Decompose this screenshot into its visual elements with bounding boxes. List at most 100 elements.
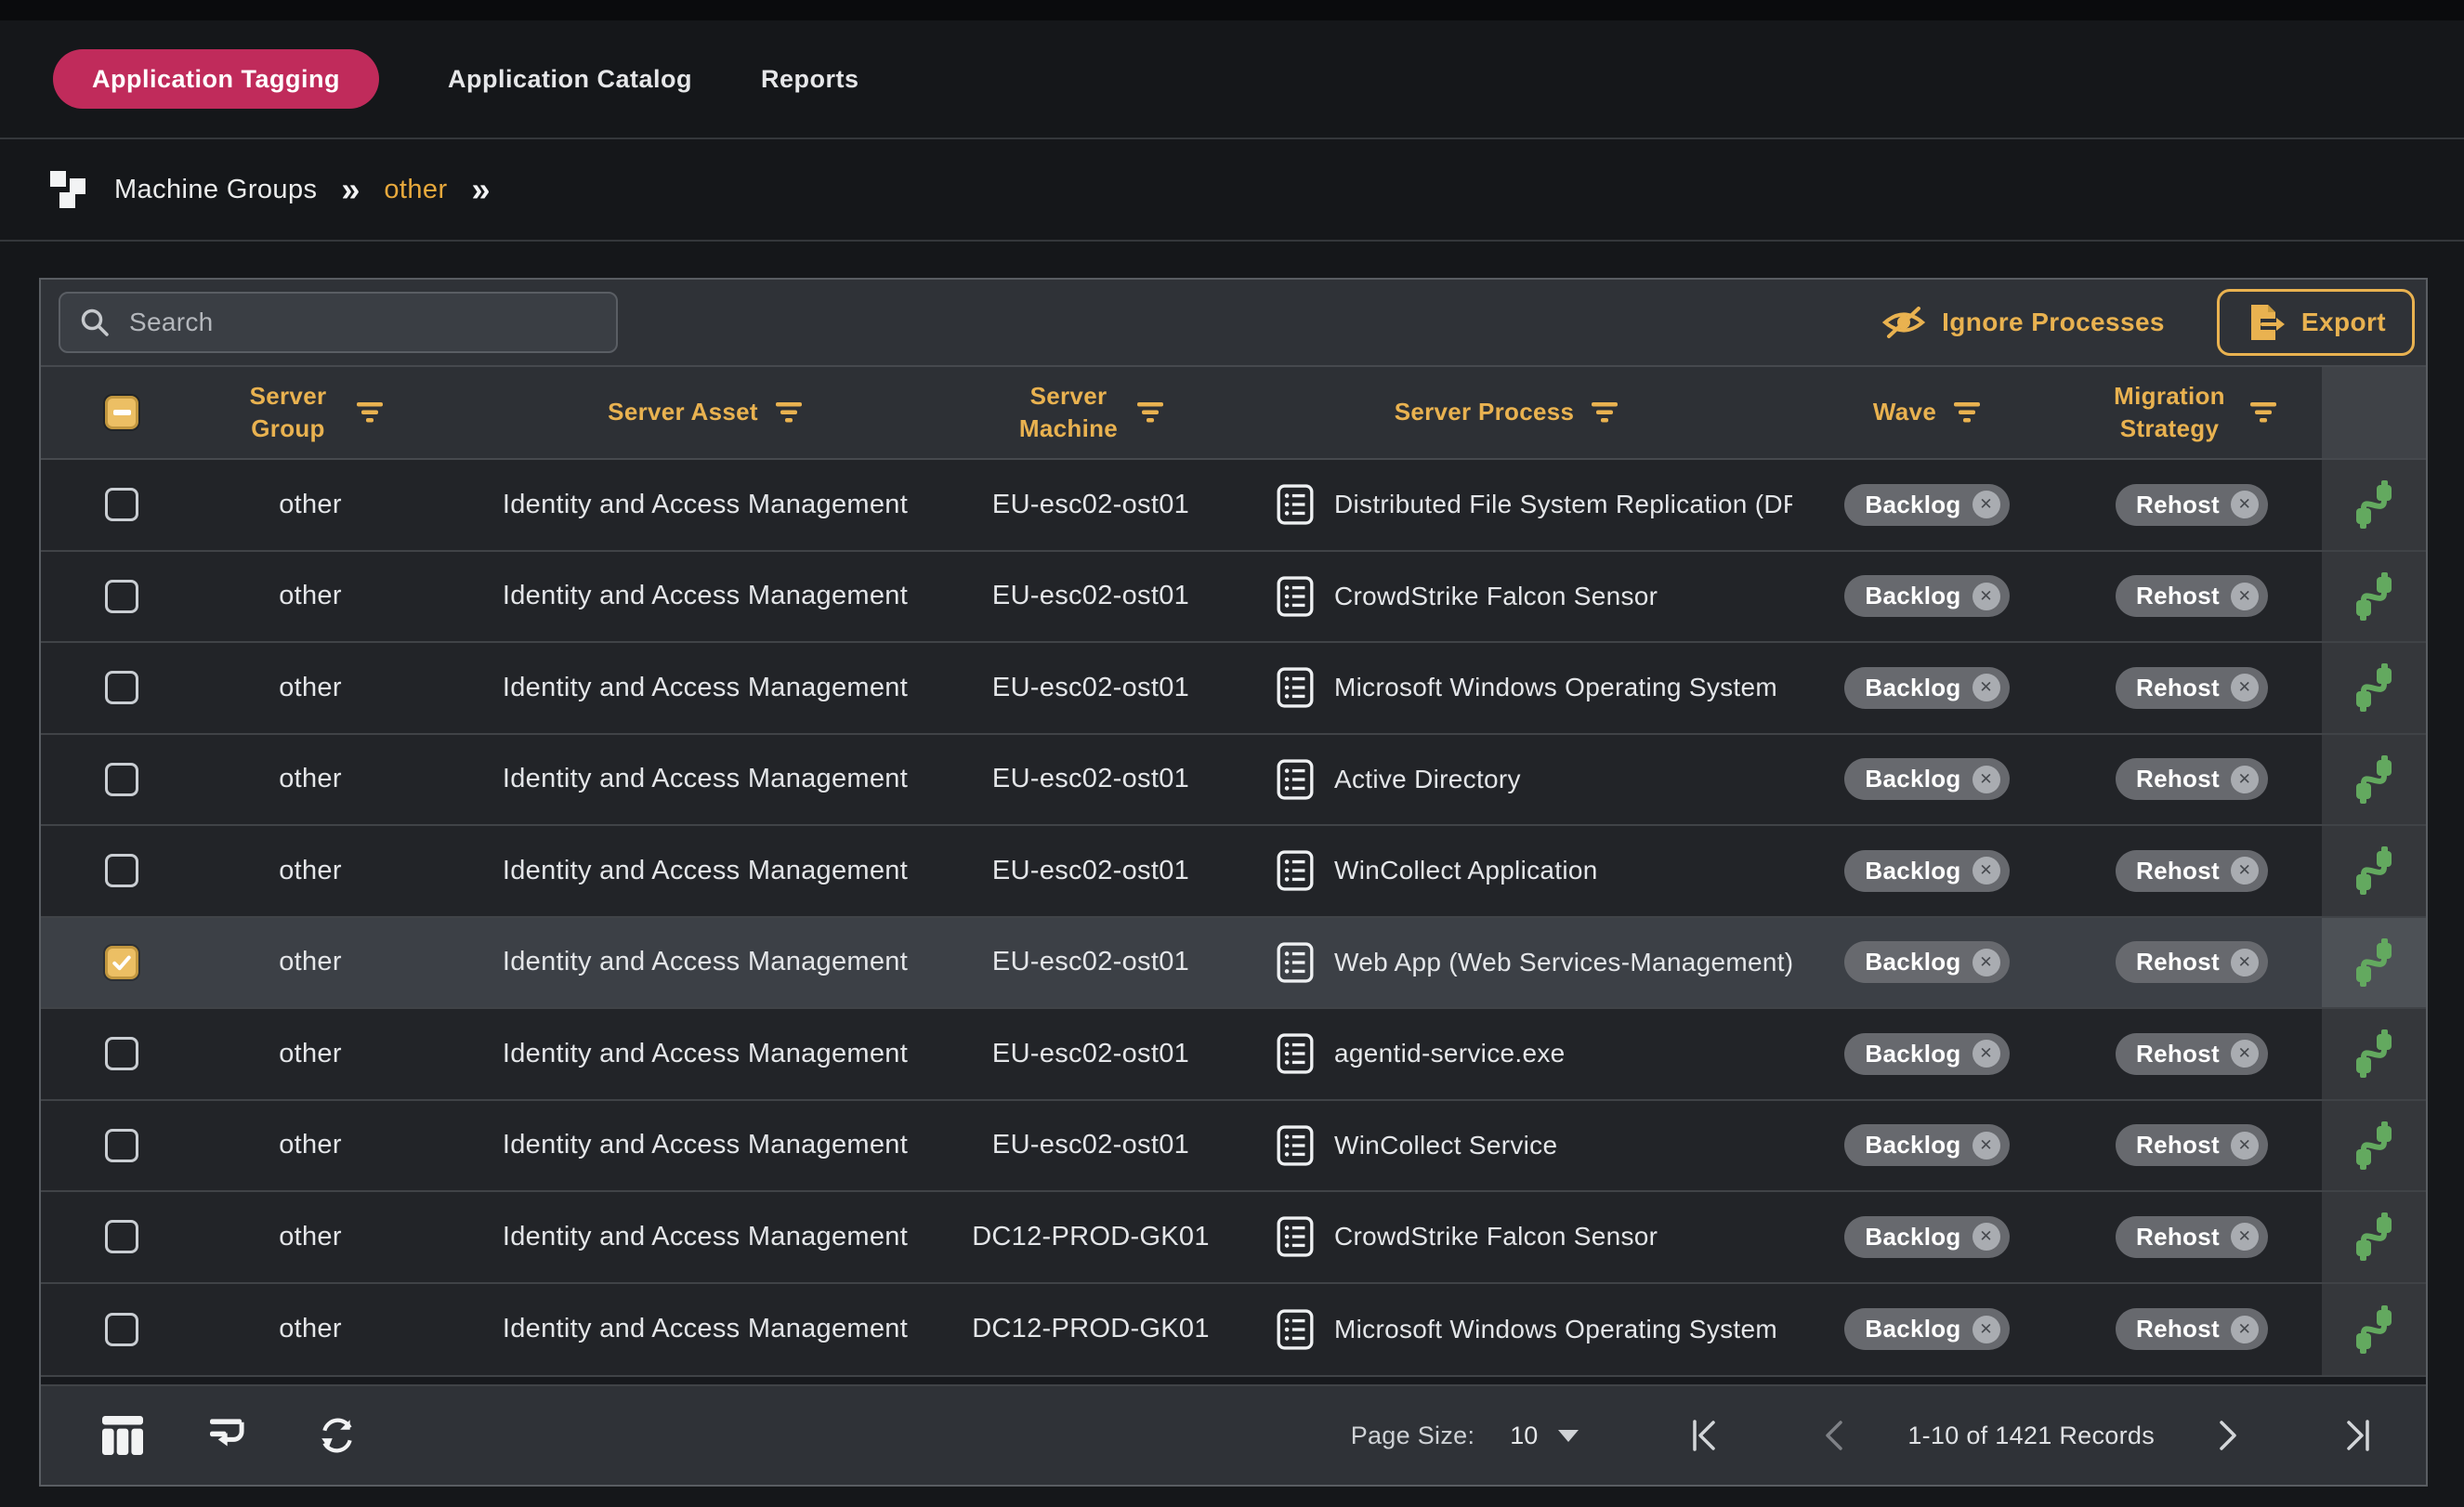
wave-chip[interactable]: Backlog ✕ (1844, 575, 2009, 617)
process-connections-icon[interactable] (2350, 754, 2398, 805)
chip-remove-icon[interactable]: ✕ (2231, 766, 2259, 793)
table-row[interactable]: other Identity and Access Management EU-… (41, 1101, 2426, 1193)
page-size-value[interactable]: 10 (1510, 1422, 1538, 1450)
row-checkbox[interactable] (105, 854, 138, 887)
table-row[interactable]: other Identity and Access Management EU-… (41, 643, 2426, 735)
chip-remove-icon[interactable]: ✕ (2231, 491, 2259, 518)
strategy-chip[interactable]: Rehost ✕ (2116, 1216, 2268, 1258)
column-header-server-asset[interactable]: Server Asset (450, 367, 961, 458)
row-checkbox[interactable] (105, 1220, 138, 1253)
strategy-chip[interactable]: Rehost ✕ (2116, 484, 2268, 526)
ignore-processes-button[interactable]: Ignore Processes (1882, 305, 2165, 340)
process-connections-icon[interactable] (2350, 1304, 2398, 1355)
process-connections-icon[interactable] (2350, 1029, 2398, 1079)
column-header-server-machine[interactable]: Server Machine (961, 367, 1221, 458)
table-row[interactable]: other Identity and Access Management EU-… (41, 552, 2426, 644)
page-size-dropdown-icon[interactable] (1558, 1430, 1579, 1442)
row-checkbox[interactable] (105, 763, 138, 796)
last-page-button[interactable] (2342, 1419, 2372, 1452)
filter-icon[interactable] (356, 401, 384, 424)
select-all-checkbox[interactable] (105, 396, 138, 429)
first-page-button[interactable] (1690, 1419, 1720, 1452)
chip-remove-icon[interactable]: ✕ (1973, 491, 2000, 518)
filter-icon[interactable] (1136, 401, 1164, 424)
refresh-icon[interactable] (318, 1416, 357, 1455)
column-header-wave[interactable]: Wave (1792, 367, 2062, 458)
chip-remove-icon[interactable]: ✕ (1973, 857, 2000, 885)
process-connections-icon[interactable] (2350, 662, 2398, 713)
search-input[interactable] (127, 307, 597, 338)
process-connections-icon[interactable] (2350, 845, 2398, 896)
chip-remove-icon[interactable]: ✕ (1973, 1223, 2000, 1251)
search-box[interactable] (59, 292, 618, 353)
wave-chip[interactable]: Backlog ✕ (1844, 1308, 2009, 1350)
columns-icon[interactable] (102, 1416, 143, 1455)
table-row[interactable]: other Identity and Access Management EU-… (41, 1009, 2426, 1101)
table-row[interactable]: other Identity and Access Management EU-… (41, 460, 2426, 552)
row-checkbox[interactable] (105, 946, 138, 979)
wave-chip[interactable]: Backlog ✕ (1844, 1216, 2009, 1258)
chip-remove-icon[interactable]: ✕ (2231, 583, 2259, 610)
previous-page-button[interactable] (1822, 1419, 1846, 1452)
chip-remove-icon[interactable]: ✕ (1973, 1132, 2000, 1160)
table-row[interactable]: other Identity and Access Management DC1… (41, 1284, 2426, 1376)
strategy-chip[interactable]: Rehost ✕ (2116, 1033, 2268, 1075)
filter-icon[interactable] (2249, 401, 2277, 424)
chip-remove-icon[interactable]: ✕ (2231, 1132, 2259, 1160)
chip-remove-icon[interactable]: ✕ (2231, 674, 2259, 701)
chip-remove-icon[interactable]: ✕ (2231, 1316, 2259, 1343)
strategy-chip[interactable]: Rehost ✕ (2116, 667, 2268, 709)
chip-remove-icon[interactable]: ✕ (1973, 1040, 2000, 1068)
filter-icon[interactable] (1953, 401, 1981, 424)
next-page-button[interactable] (2216, 1419, 2240, 1452)
wave-chip[interactable]: Backlog ✕ (1844, 667, 2009, 709)
chip-remove-icon[interactable]: ✕ (1973, 674, 2000, 701)
table-row[interactable]: other Identity and Access Management EU-… (41, 826, 2426, 918)
row-checkbox[interactable] (105, 1037, 138, 1070)
strategy-chip[interactable]: Rehost ✕ (2116, 1308, 2268, 1350)
chip-remove-icon[interactable]: ✕ (2231, 1223, 2259, 1251)
export-button[interactable]: Export (2217, 289, 2415, 356)
strategy-chip[interactable]: Rehost ✕ (2116, 758, 2268, 800)
filter-icon[interactable] (775, 401, 803, 424)
chip-remove-icon[interactable]: ✕ (2231, 1040, 2259, 1068)
row-checkbox[interactable] (105, 1313, 138, 1346)
strategy-chip[interactable]: Rehost ✕ (2116, 575, 2268, 617)
process-connections-icon[interactable] (2350, 571, 2398, 622)
table-row[interactable]: other Identity and Access Management DC1… (41, 1192, 2426, 1284)
chip-remove-icon[interactable]: ✕ (2231, 949, 2259, 976)
row-checkbox[interactable] (105, 671, 138, 704)
strategy-chip[interactable]: Rehost ✕ (2116, 850, 2268, 892)
chip-remove-icon[interactable]: ✕ (2231, 857, 2259, 885)
process-connections-icon[interactable] (2350, 937, 2398, 988)
breadcrumb-root[interactable]: Machine Groups (114, 175, 317, 205)
column-header-migration-strategy[interactable]: Migration Strategy (2062, 367, 2322, 458)
wave-chip[interactable]: Backlog ✕ (1844, 941, 2009, 983)
process-connections-icon[interactable] (2350, 1120, 2398, 1171)
chip-remove-icon[interactable]: ✕ (1973, 766, 2000, 793)
wave-chip[interactable]: Backlog ✕ (1844, 1033, 2009, 1075)
wrap-text-icon[interactable] (210, 1419, 251, 1452)
wave-chip[interactable]: Backlog ✕ (1844, 758, 2009, 800)
row-checkbox[interactable] (105, 1129, 138, 1162)
chip-remove-icon[interactable]: ✕ (1973, 583, 2000, 610)
wave-chip[interactable]: Backlog ✕ (1844, 850, 2009, 892)
breadcrumb-current[interactable]: other (384, 175, 447, 205)
tab-reports[interactable]: Reports (761, 65, 859, 94)
wave-chip[interactable]: Backlog ✕ (1844, 484, 2009, 526)
process-connections-icon[interactable] (2350, 479, 2398, 530)
column-header-server-process[interactable]: Server Process (1221, 367, 1792, 458)
process-connections-icon[interactable] (2350, 1212, 2398, 1262)
tab-application-catalog[interactable]: Application Catalog (448, 65, 692, 94)
table-row[interactable]: other Identity and Access Management EU-… (41, 735, 2426, 827)
table-row[interactable]: other Identity and Access Management EU-… (41, 918, 2426, 1010)
column-header-server-group[interactable]: Server Group (171, 367, 450, 458)
filter-icon[interactable] (1591, 401, 1619, 424)
tab-application-tagging[interactable]: Application Tagging (53, 49, 379, 109)
row-checkbox[interactable] (105, 488, 138, 521)
chip-remove-icon[interactable]: ✕ (1973, 949, 2000, 976)
wave-chip[interactable]: Backlog ✕ (1844, 1124, 2009, 1166)
row-checkbox[interactable] (105, 580, 138, 613)
strategy-chip[interactable]: Rehost ✕ (2116, 1124, 2268, 1166)
strategy-chip[interactable]: Rehost ✕ (2116, 941, 2268, 983)
